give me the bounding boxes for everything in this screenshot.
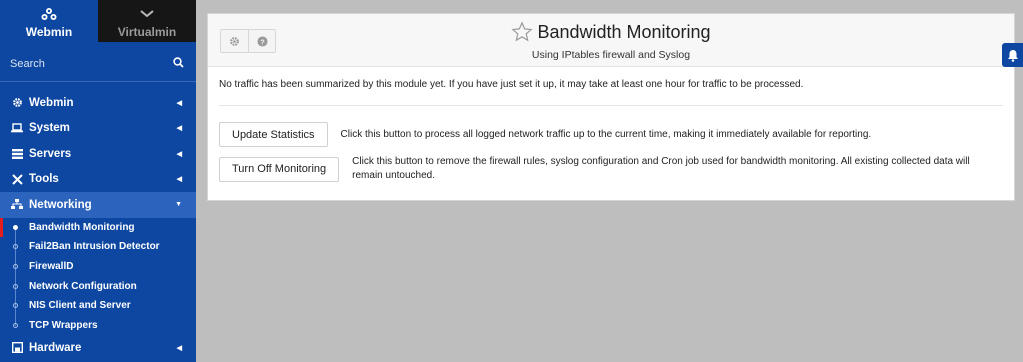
bullet-icon	[13, 224, 18, 230]
notifications-tab[interactable]	[1002, 43, 1023, 67]
panel-body: No traffic has been summarized by this m…	[208, 67, 1014, 183]
caret-left-icon: ◀	[176, 176, 182, 184]
page-title-wrap: Bandwidth Monitoring Using IPtables fire…	[208, 21, 1014, 61]
webmin-logo-icon	[41, 6, 57, 22]
sidebar-category-servers[interactable]: Servers ◀	[0, 141, 196, 167]
laptop-icon	[11, 122, 23, 134]
caret-down-icon: ▼	[175, 201, 182, 209]
action-row: Turn Off Monitoring Click this button to…	[219, 155, 1003, 183]
page-title: Bandwidth Monitoring	[537, 21, 711, 42]
sidebar-tabs: Webmin Virtualmin	[0, 0, 196, 42]
sidebar-item-bandwidth-monitoring[interactable]: Bandwidth Monitoring	[0, 217, 196, 238]
sitemap-icon	[11, 199, 23, 211]
caret-left-icon: ◀	[176, 125, 182, 133]
tab-virtualmin-label: Virtualmin	[117, 25, 177, 39]
sidebar-item-fail2ban[interactable]: Fail2Ban Intrusion Detector	[0, 237, 196, 257]
sidebar-search	[0, 46, 196, 82]
sidebar-item-label: FirewallD	[29, 260, 74, 272]
search-icon[interactable]	[173, 55, 184, 73]
sidebar-category-label: Hardware	[29, 341, 82, 354]
page-subtitle: Using IPtables firewall and Syslog	[531, 49, 691, 61]
sidebar-item-label: Network Configuration	[29, 280, 137, 292]
sidebar-item-label: Fail2Ban Intrusion Detector	[29, 241, 160, 253]
caret-left-icon: ◀	[176, 99, 182, 107]
panel-header: ? Bandwidth Monitoring Using IPtables fi…	[208, 14, 1014, 67]
tab-webmin[interactable]: Webmin	[0, 0, 98, 42]
save-icon	[11, 342, 23, 354]
turn-off-monitoring-button[interactable]: Turn Off Monitoring	[219, 156, 340, 182]
sidebar-nav: Webmin ◀ System ◀ Servers ◀ Tools ◀ Netw…	[0, 90, 196, 361]
sidebar-item-label: Bandwidth Monitoring	[29, 221, 135, 233]
action-description: Click this button to process all logged …	[340, 128, 872, 140]
bullet-icon	[13, 263, 18, 269]
caret-left-icon: ◀	[176, 150, 182, 158]
notice-text: No traffic has been summarized by this m…	[219, 79, 1003, 106]
sidebar-category-hardware[interactable]: Hardware ◀	[0, 335, 196, 361]
bullet-icon	[13, 303, 18, 309]
tab-webmin-label: Webmin	[25, 25, 73, 39]
gear-icon	[11, 97, 23, 109]
sidebar-category-label: Tools	[29, 173, 59, 186]
tools-icon	[11, 173, 23, 185]
chevron-down-icon	[139, 6, 155, 22]
sidebar-item-firewalld[interactable]: FirewallD	[0, 257, 196, 277]
caret-left-icon: ◀	[176, 344, 182, 352]
star-icon[interactable]	[511, 21, 534, 43]
sidebar-item-network-configuration[interactable]: Network Configuration	[0, 276, 196, 296]
bell-icon	[1007, 49, 1018, 62]
sidebar-category-label: System	[29, 122, 70, 135]
action-description: Click this button to remove the firewall…	[352, 156, 970, 181]
sidebar-item-nis[interactable]: NIS Client and Server	[0, 296, 196, 316]
update-statistics-button[interactable]: Update Statistics	[219, 122, 328, 147]
sidebar-category-webmin[interactable]: Webmin ◀	[0, 90, 196, 116]
sidebar-item-label: TCP Wrappers	[29, 319, 98, 331]
sidebar-category-tools[interactable]: Tools ◀	[0, 167, 196, 193]
server-icon	[11, 148, 23, 160]
sidebar-category-label: Webmin	[29, 96, 74, 109]
sidebar-category-label: Servers	[29, 147, 72, 160]
networking-submenu: Bandwidth Monitoring Fail2Ban Intrusion …	[0, 217, 196, 336]
bullet-icon	[13, 244, 18, 250]
sidebar-category-networking[interactable]: Networking ▼	[0, 192, 196, 218]
sidebar-item-tcp-wrappers[interactable]: TCP Wrappers	[0, 315, 196, 335]
sidebar-category-label: Networking	[29, 198, 92, 211]
bullet-icon	[13, 283, 18, 289]
main-panel: ? Bandwidth Monitoring Using IPtables fi…	[207, 13, 1015, 201]
sidebar-category-system[interactable]: System ◀	[0, 116, 196, 142]
search-input[interactable]	[10, 57, 160, 70]
bullet-icon	[13, 322, 18, 328]
sidebar-item-label: NIS Client and Server	[29, 300, 131, 312]
action-row: Update Statistics Click this button to p…	[219, 122, 1003, 147]
sidebar: Webmin Virtualmin Webmin ◀ System ◀	[0, 0, 196, 362]
tab-virtualmin[interactable]: Virtualmin	[98, 0, 196, 42]
